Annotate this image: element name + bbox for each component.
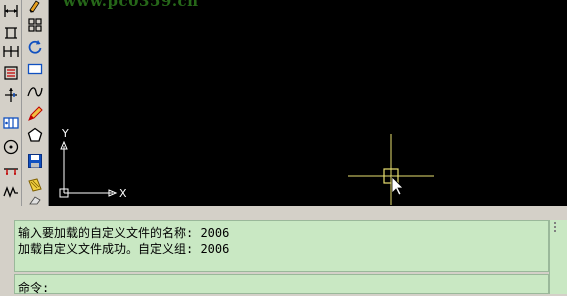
dimension-break-button[interactable] — [0, 181, 21, 203]
grip-icon — [554, 222, 562, 232]
pencil-icon — [28, 106, 43, 121]
dimension-continue-button[interactable] — [0, 40, 21, 62]
rotate-button[interactable] — [22, 36, 48, 58]
paint-icon — [29, 0, 40, 13]
dimension-continue-icon — [2, 46, 19, 57]
polygon-icon — [27, 127, 43, 142]
dimension-tolerance-icon — [2, 117, 19, 129]
command-history-line: 加载自定义文件成功。自定义组: 2006 — [18, 242, 230, 256]
dimension-linear-icon — [3, 5, 18, 17]
command-window: 输入要加载的自定义文件的名称: 2006 加载自定义文件成功。自定义组: 200… — [0, 206, 567, 296]
pencil-button[interactable] — [22, 103, 48, 125]
dimension-ordinate-button[interactable] — [0, 84, 21, 106]
dimension-leader-button[interactable] — [0, 159, 21, 181]
dimension-tolerance-button[interactable] — [0, 112, 21, 134]
polygon-button[interactable] — [22, 124, 48, 146]
crosshair-cursor — [348, 134, 434, 205]
dimension-ordinate-icon — [4, 88, 17, 102]
drawing-canvas[interactable]: www.pc0359.cn Y X — [49, 0, 567, 206]
spline-icon — [27, 87, 43, 97]
save-icon — [28, 154, 42, 168]
spline-button[interactable] — [22, 81, 48, 103]
rectangle-button[interactable] — [22, 58, 48, 80]
eraser-icon — [29, 196, 41, 205]
more-tools-button[interactable] — [22, 193, 48, 207]
command-input[interactable]: 命令: — [14, 274, 549, 295]
dimension-aligned-icon — [4, 27, 17, 39]
command-prompt: 命令: — [18, 281, 50, 295]
save-button[interactable] — [22, 150, 48, 172]
dimension-center-mark-icon — [3, 139, 18, 155]
dimension-center-mark-button[interactable] — [0, 136, 21, 158]
rectangle-icon — [27, 63, 43, 75]
array-icon — [28, 18, 42, 32]
dimension-baseline-button[interactable] — [0, 62, 21, 84]
dimension-break-icon — [2, 186, 18, 198]
command-history: 输入要加载的自定义文件的名称: 2006 加载自定义文件成功。自定义组: 200… — [14, 220, 549, 272]
array-button[interactable] — [22, 14, 48, 36]
dimension-linear-button[interactable] — [0, 0, 21, 22]
command-scrollbar[interactable] — [549, 220, 567, 294]
rotate-icon — [28, 40, 42, 54]
draw-toolbar — [22, 0, 49, 206]
dimension-baseline-icon — [3, 66, 18, 80]
command-history-line: 输入要加载的自定义文件的名称: 2006 — [18, 226, 230, 240]
dimension-toolbar — [0, 0, 22, 206]
dimension-leader-icon — [3, 168, 18, 175]
hatch-icon — [28, 178, 42, 192]
